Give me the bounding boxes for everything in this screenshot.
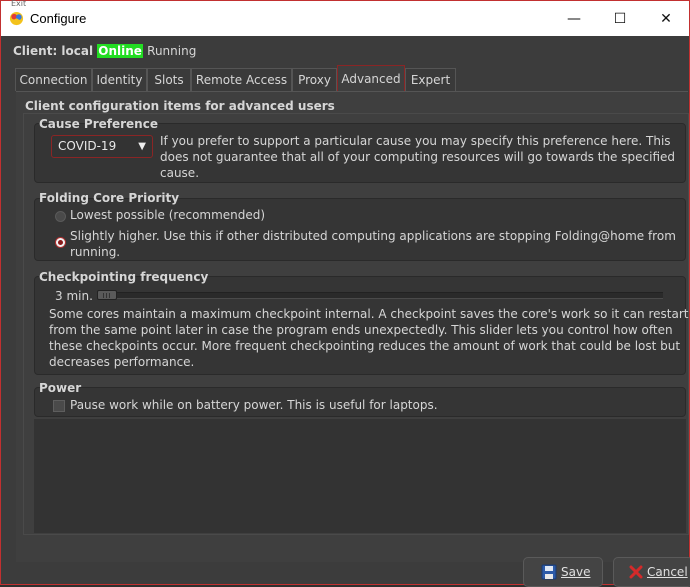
configure-window: Exit Configure — ☐ ✕ Client: local Onlin… [0,0,690,587]
ghost-text: Exit [11,0,27,8]
close-icon: ✕ [660,10,672,27]
checkpoint-desc-line: decreases performance. [49,355,195,369]
cancel-label: Cancel [647,565,688,579]
checkpoint-title: Checkpointing frequency [39,270,209,284]
cause-desc-line: cause. [160,166,200,180]
checkpoint-value: 3 min. [55,289,93,303]
save-button[interactable]: Save [523,557,603,587]
checkpoint-desc-line: Some cores maintain a maximum checkpoint… [49,307,689,321]
priority-title: Folding Core Priority [39,191,180,205]
tab-expert[interactable]: Expert [405,68,456,91]
cause-select-value: COVID-19 [58,139,117,153]
advanced-heading: Client configuration items for advanced … [25,99,335,113]
cause-title: Cause Preference [39,117,158,131]
red-x-icon [629,565,643,579]
cause-desc-line: does not guarantee that all of your comp… [160,150,675,164]
checkpoint-desc-line: from the same point later in case the pr… [49,323,673,337]
radio-label-line: Slightly higher. Use this if other distr… [70,229,676,243]
fah-icon [9,11,24,26]
checkpoint-description: Some cores maintain a maximum checkpoint… [49,306,688,370]
save-label: Save [561,565,591,579]
radio-lowest-label[interactable]: Lowest possible (recommended) [70,207,265,223]
maximize-icon: ☐ [613,10,627,27]
radio-slightly-higher[interactable] [55,237,66,248]
radio-lowest[interactable] [55,211,66,222]
checkpoint-slider-handle[interactable] [97,290,117,300]
client-state: Running [147,44,197,58]
window-title: Configure [30,11,87,26]
close-button[interactable]: ✕ [643,1,689,36]
floppy-disk-icon [541,564,557,580]
minimize-icon: — [567,10,581,27]
cause-description: If you prefer to support a particular ca… [160,133,675,181]
tab-slots[interactable]: Slots [147,68,191,91]
tab-identity[interactable]: Identity [92,68,147,91]
cancel-button[interactable]: Cancel [613,557,690,587]
empty-area [34,419,686,533]
title-bar: Exit Configure — ☐ ✕ [1,0,689,36]
tab-proxy[interactable]: Proxy [292,68,337,91]
cause-desc-line: If you prefer to support a particular ca… [160,134,671,148]
client-label: Client: local [13,44,94,58]
status-badge: Online [97,44,143,58]
tab-connection[interactable]: Connection [15,68,92,91]
maximize-button[interactable]: ☐ [597,1,643,36]
radio-label-line: running. [70,245,121,259]
client-status-line: Client: local Online Running [13,44,196,58]
cause-select[interactable]: COVID-19 ▼ [51,135,153,158]
radio-slightly-higher-label[interactable]: Slightly higher. Use this if other distr… [70,228,676,260]
battery-checkbox-label[interactable]: Pause work while on battery power. This … [70,397,438,413]
checkpoint-slider-track[interactable] [99,292,663,299]
tab-advanced[interactable]: Advanced [337,65,405,92]
tab-remote-access[interactable]: Remote Access [191,68,292,91]
battery-checkbox[interactable] [53,400,65,412]
checkpoint-desc-line: these checkpoints occur. More frequent c… [49,339,681,353]
dropdown-arrow-icon: ▼ [138,141,146,152]
minimize-button[interactable]: — [551,1,597,36]
power-title: Power [39,381,82,395]
